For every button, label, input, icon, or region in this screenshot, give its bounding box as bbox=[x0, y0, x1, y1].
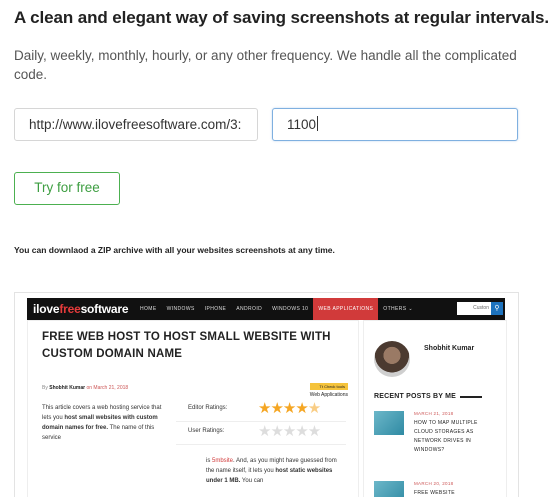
preview-sidebar: Shobhit Kumar RECENT POSTS BY ME MARCH 2… bbox=[363, 320, 507, 497]
post-thumbnail bbox=[374, 481, 404, 497]
preview-nav-item: OTHERS ⌄ bbox=[383, 306, 413, 312]
article-meta: By Shobhit Kumar on March 21, 2018 bbox=[42, 385, 129, 391]
star-rating-icon: ★★★★★ bbox=[258, 400, 321, 417]
page-headline: A clean and elegant way of saving screen… bbox=[14, 8, 549, 27]
try-for-free-button[interactable]: Try for free bbox=[14, 172, 120, 205]
editor-rating-row: Editor Ratings: ★★★★★ bbox=[176, 399, 346, 422]
url-input[interactable]: http://www.ilovefreesoftware.com/3: bbox=[14, 108, 258, 141]
category-badge: Tt Check tools bbox=[309, 383, 348, 390]
screenshot-preview: ilovefreesoftware HOME WINDOWS IPHONE AN… bbox=[14, 292, 519, 497]
recent-posts-title: RECENT POSTS BY ME bbox=[374, 393, 457, 400]
user-rating-row: User Ratings: ★★★★★ bbox=[176, 422, 346, 445]
article-category: Tt Check tools Web Applications bbox=[309, 383, 348, 398]
preview-nav-item: ANDROID bbox=[236, 306, 263, 312]
post-thumbnail bbox=[374, 411, 404, 435]
article-intro: This article covers a web hosting servic… bbox=[42, 405, 162, 441]
preview-nav-item: WINDOWS bbox=[166, 306, 195, 312]
page-subline: Daily, weekly, monthly, hourly, or any o… bbox=[14, 48, 517, 82]
preview-article: FREE WEB HOST TO HOST SMALL WEBSITE WITH… bbox=[27, 320, 359, 497]
preview-nav-items: HOME WINDOWS IPHONE ANDROID WINDOWS 10 W… bbox=[135, 298, 418, 320]
preview-nav-item-active: WEB APPLICATIONS bbox=[313, 298, 379, 320]
text-caret bbox=[317, 116, 319, 131]
article-title: FREE WEB HOST TO HOST SMALL WEBSITE WITH… bbox=[42, 331, 331, 360]
avatar bbox=[374, 341, 410, 377]
preview-search-box: Custon bbox=[457, 302, 491, 315]
preview-logo: ilovefreesoftware bbox=[33, 302, 129, 316]
zip-archive-note: You can downlaod a ZIP archive with all … bbox=[14, 245, 335, 255]
preview-navbar: ilovefreesoftware HOME WINDOWS IPHONE AN… bbox=[27, 298, 505, 320]
interval-input[interactable]: 1100 bbox=[272, 108, 518, 141]
preview-nav-item: IPHONE bbox=[204, 306, 227, 312]
interval-value: 1100 bbox=[287, 117, 317, 132]
preview-nav-item: WINDOWS 10 bbox=[272, 306, 309, 312]
divider bbox=[460, 396, 482, 398]
search-icon: ⚲ bbox=[491, 302, 503, 315]
sidebar-author: Shobhit Kumar bbox=[424, 345, 475, 352]
star-rating-icon: ★★★★★ bbox=[258, 423, 321, 440]
article-body: is 5mbsite. And, as you might have guess… bbox=[206, 458, 337, 484]
preview-nav-item: HOME bbox=[140, 306, 157, 312]
